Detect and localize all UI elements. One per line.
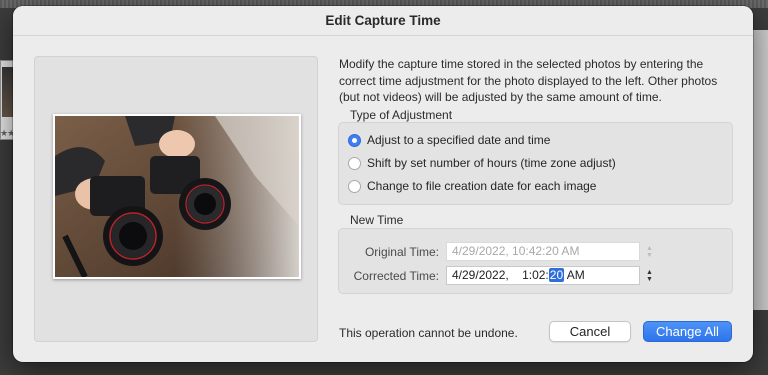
- dialog-titlebar: Edit Capture Time: [13, 6, 753, 36]
- radio-button[interactable]: [348, 156, 361, 170]
- original-time-stepper-icon: ▲ ▼: [646, 244, 653, 259]
- adjustment-group: Adjust to a specified date and time Shif…: [338, 122, 733, 205]
- edit-capture-time-dialog: Edit Capture Time Modify the capture tim…: [13, 6, 753, 362]
- photo-preview: [53, 114, 301, 279]
- adjustment-group-label: Type of Adjustment: [350, 108, 453, 122]
- original-time-field: 4/29/2022, 10:42:20 AM: [446, 242, 640, 261]
- new-time-group-label: New Time: [350, 213, 404, 227]
- radio-label: Change to file creation date for each im…: [367, 179, 597, 193]
- corrected-time-segment[interactable]: 1:02:: [522, 268, 549, 282]
- corrected-seconds-segment[interactable]: 20: [548, 268, 565, 282]
- original-time-label: Original Time:: [364, 245, 439, 259]
- radio-label: Shift by set number of hours (time zone …: [367, 156, 616, 170]
- background-thumbnail-image: [2, 67, 13, 117]
- corrected-date-segment[interactable]: 4/29/2022,: [452, 268, 509, 282]
- radio-button-selected[interactable]: [348, 133, 361, 147]
- dialog-description: Modify the capture time stored in the se…: [339, 57, 718, 104]
- change-all-button[interactable]: Change All: [643, 321, 732, 342]
- radio-adjust-specified[interactable]: Adjust to a specified date and time: [348, 133, 550, 147]
- dialog-title: Edit Capture Time: [325, 13, 441, 28]
- corrected-time-field[interactable]: 4/29/2022, 1:02:20 AM: [446, 266, 640, 285]
- corrected-time-stepper-icon[interactable]: ▲ ▼: [644, 266, 655, 285]
- corrected-ampm-segment[interactable]: AM: [567, 268, 585, 282]
- radio-file-creation-date[interactable]: Change to file creation date for each im…: [348, 179, 596, 193]
- camera-photo-preview: [55, 116, 299, 277]
- background-right-panel: [752, 30, 768, 310]
- undo-warning-text: This operation cannot be undone.: [339, 326, 518, 340]
- corrected-time-label: Corrected Time:: [353, 269, 439, 283]
- radio-label: Adjust to a specified date and time: [367, 133, 551, 147]
- radio-shift-hours[interactable]: Shift by set number of hours (time zone …: [348, 156, 616, 170]
- radio-button[interactable]: [348, 179, 361, 193]
- cancel-button[interactable]: Cancel: [549, 321, 631, 342]
- photo-preview-pane: [34, 56, 318, 342]
